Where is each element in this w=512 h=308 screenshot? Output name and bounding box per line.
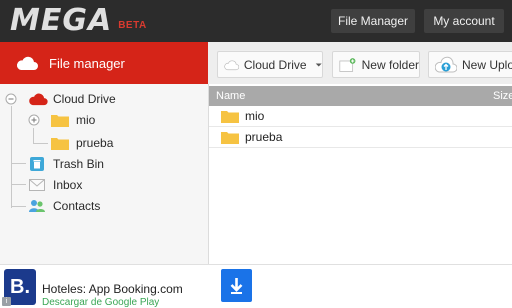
folder-icon [221, 111, 239, 123]
file-manager-header[interactable]: File manager [0, 42, 208, 84]
toolbar: Cloud Drive New folder New Upload [208, 42, 512, 84]
new-folder-button[interactable]: New folder [332, 51, 420, 78]
cloud-drive-icon [29, 93, 48, 106]
tree-item-contacts[interactable]: Contacts [29, 199, 100, 213]
folder-icon [51, 115, 69, 127]
cloud-drive-dropdown[interactable]: Cloud Drive [217, 51, 323, 78]
upload-icon [435, 56, 457, 72]
my-account-button[interactable]: My account [424, 9, 504, 33]
new-upload-button[interactable]: New Upload [428, 51, 512, 78]
beta-label: BETA [118, 20, 147, 31]
file-list: Name Size mio prueba [209, 84, 512, 264]
trash-bin-icon [30, 157, 44, 171]
collapse-toggle-icon[interactable] [5, 93, 17, 105]
new-folder-label: New folder [361, 57, 419, 72]
tree-connector [12, 184, 26, 185]
tree-connector [34, 143, 48, 144]
inbox-icon [29, 179, 45, 191]
download-arrow-icon [230, 278, 243, 294]
file-manager-header-label: File manager [49, 55, 125, 71]
tree-item-mio[interactable]: mio [28, 113, 95, 127]
chevron-down-icon [315, 63, 322, 66]
contacts-icon [29, 200, 45, 212]
new-upload-label: New Upload [462, 57, 512, 72]
cloud-icon [16, 56, 38, 70]
tree-item-label: prueba [76, 136, 114, 150]
tree-item-label: Cloud Drive [53, 92, 116, 106]
tree-item-label: Inbox [53, 178, 83, 192]
tree-item-prueba[interactable]: prueba [51, 136, 113, 150]
column-name-header[interactable]: Name [216, 90, 245, 102]
tree-connector [12, 163, 26, 164]
folder-tree: Cloud Drive mio prueba Trash Bin Inbox C… [0, 84, 209, 264]
folder-icon [51, 138, 69, 150]
ad-info-icon[interactable]: i [2, 297, 11, 306]
tree-connector [11, 106, 12, 208]
file-row-name: prueba [245, 130, 283, 144]
new-folder-icon [339, 57, 356, 72]
tree-item-inbox[interactable]: Inbox [29, 178, 82, 192]
tree-item-label: mio [76, 113, 96, 127]
tree-item-cloud-drive[interactable]: Cloud Drive [5, 92, 116, 106]
ad-download-button[interactable] [221, 269, 252, 302]
folder-icon [221, 132, 239, 144]
tree-item-trash-bin[interactable]: Trash Bin [29, 156, 104, 172]
cloud-drive-dropdown-label: Cloud Drive [243, 57, 307, 72]
top-bar: MEGA BETA File Manager My account [0, 0, 512, 42]
file-row[interactable]: mio [209, 106, 512, 127]
ad-title: Hoteles: App Booking.com [42, 282, 183, 296]
file-row-name: mio [245, 109, 265, 123]
ad-banner[interactable]: B. Hoteles: App Booking.com Descargar de… [0, 264, 512, 308]
logo-text: MEGA [10, 3, 113, 38]
column-header: Name Size [209, 86, 512, 106]
tree-item-label: Contacts [53, 199, 101, 213]
ad-subtitle: Descargar de Google Play [42, 297, 160, 307]
column-size-header[interactable]: Size [493, 90, 512, 102]
cloud-icon [224, 59, 239, 70]
file-manager-button[interactable]: File Manager [331, 9, 415, 33]
tree-connector [33, 128, 34, 144]
tree-connector [12, 206, 26, 207]
file-row[interactable]: prueba [209, 127, 512, 148]
expand-toggle-icon[interactable] [28, 114, 40, 126]
mega-logo[interactable]: MEGA BETA [10, 5, 147, 37]
tree-item-label: Trash Bin [53, 157, 104, 171]
